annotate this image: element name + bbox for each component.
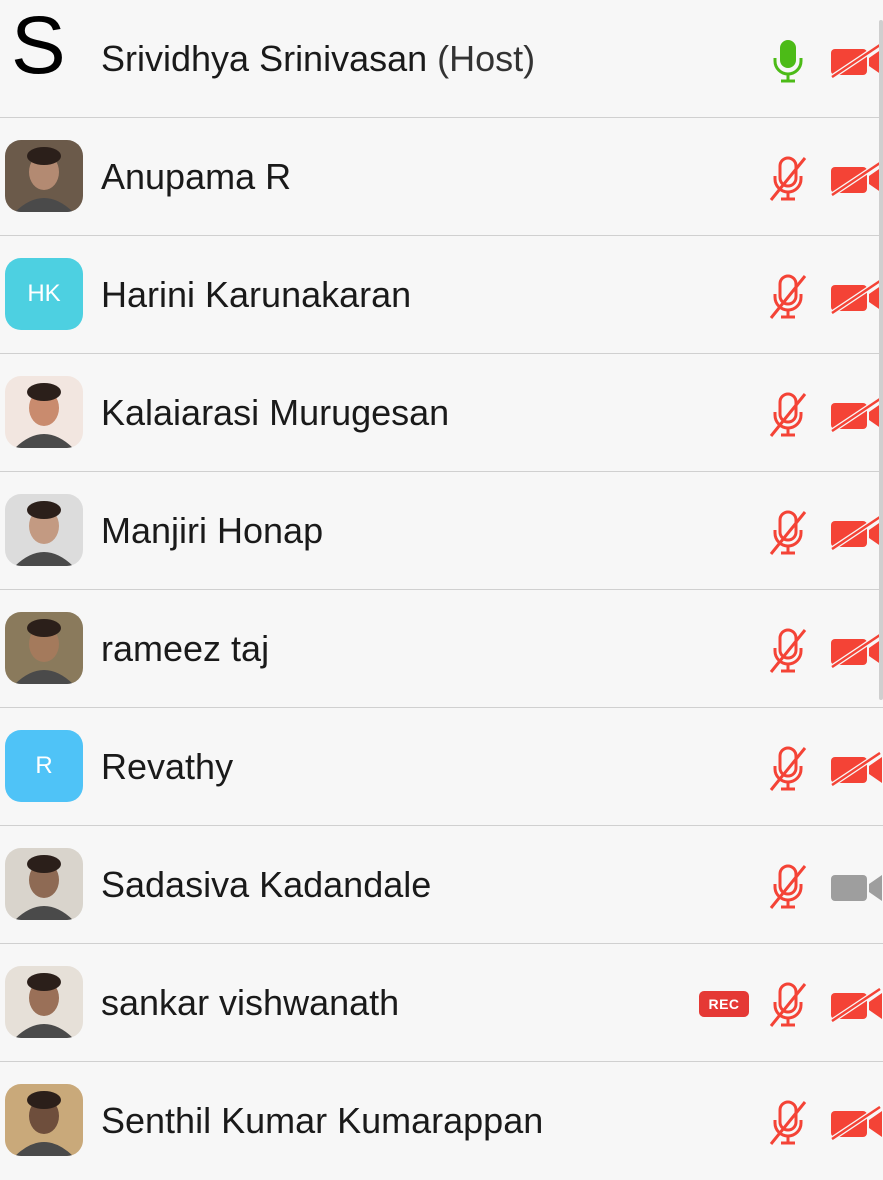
avatar (5, 494, 83, 566)
participant-name: Srividhya Srinivasan (Host) (101, 0, 535, 118)
video-off-icon[interactable] (830, 398, 883, 432)
microphone-muted-icon[interactable] (767, 746, 809, 792)
microphone-muted-icon[interactable] (767, 628, 809, 674)
participant-row[interactable]: Manjiri Honap (0, 472, 883, 590)
avatar (5, 1084, 83, 1156)
participant-row[interactable]: S Srividhya Srinivasan (Host) (0, 0, 883, 118)
participant-name-text: Sadasiva Kadandale (101, 864, 432, 905)
participant-name-text: Kalaiarasi Murugesan (101, 392, 450, 433)
participant-name-text: rameez taj (101, 628, 270, 669)
participant-name-text: sankar vishwanath (101, 982, 400, 1023)
avatar (5, 140, 83, 212)
microphone-muted-icon[interactable] (767, 392, 809, 438)
participant-name-text: Manjiri Honap (101, 510, 324, 551)
participant-name-text: Srividhya Srinivasan (101, 38, 428, 79)
microphone-muted-icon[interactable] (767, 864, 809, 910)
participant-name: Harini Karunakaran (101, 236, 411, 354)
participant-name: Revathy (101, 708, 233, 826)
participant-name: Anupama R (101, 118, 291, 236)
microphone-muted-icon[interactable] (767, 1100, 809, 1146)
video-off-icon[interactable] (830, 44, 883, 78)
participant-row[interactable]: Kalaiarasi Murugesan (0, 354, 883, 472)
video-off-icon[interactable] (830, 988, 883, 1022)
participant-row[interactable]: HK Harini Karunakaran (0, 236, 883, 354)
video-off-icon[interactable] (830, 634, 883, 668)
participant-row[interactable]: Senthil Kumar Kumarappan (0, 1062, 883, 1180)
participant-row[interactable]: rameez taj (0, 590, 883, 708)
participant-name-text: Senthil Kumar Kumarappan (101, 1100, 544, 1141)
video-off-icon[interactable] (830, 162, 883, 196)
participant-name: rameez taj (101, 590, 269, 708)
scrollbar[interactable] (879, 20, 883, 700)
avatar (5, 848, 83, 920)
avatar (5, 966, 83, 1038)
participant-name-text: Revathy (101, 746, 234, 787)
participant-row[interactable]: sankar vishwanath REC (0, 944, 883, 1062)
microphone-muted-icon[interactable] (767, 510, 809, 556)
microphone-icon[interactable] (767, 38, 809, 84)
microphone-muted-icon[interactable] (767, 156, 809, 202)
video-off-icon[interactable] (830, 516, 883, 550)
participant-name: Manjiri Honap (101, 472, 323, 590)
avatar (5, 376, 83, 448)
participant-name: Sadasiva Kadandale (101, 826, 431, 944)
participant-row[interactable]: Sadasiva Kadandale (0, 826, 883, 944)
host-tag: (Host) (437, 38, 536, 79)
avatar: R (5, 730, 83, 802)
video-off-icon[interactable] (830, 752, 883, 786)
participant-name: Kalaiarasi Murugesan (101, 354, 449, 472)
participant-name: Senthil Kumar Kumarappan (101, 1062, 543, 1180)
video-icon[interactable] (830, 870, 883, 904)
participant-row[interactable]: R Revathy (0, 708, 883, 826)
avatar (5, 612, 83, 684)
participant-name-text: Anupama R (101, 156, 292, 197)
microphone-muted-icon[interactable] (767, 982, 809, 1028)
video-off-icon[interactable] (830, 280, 883, 314)
participant-name-text: Harini Karunakaran (101, 274, 412, 315)
avatar: S (11, 0, 66, 91)
participant-name: sankar vishwanath (101, 944, 399, 1062)
participant-row[interactable]: Anupama R (0, 118, 883, 236)
avatar: HK (5, 258, 83, 330)
video-off-icon[interactable] (830, 1106, 883, 1140)
microphone-muted-icon[interactable] (767, 274, 809, 320)
recording-badge: REC (699, 991, 749, 1017)
participant-list: S Srividhya Srinivasan (Host) Anupama R HK H… (0, 0, 883, 1180)
